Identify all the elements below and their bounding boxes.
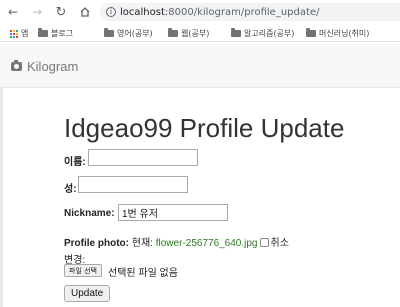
bookmark-label: 블로그 [51, 29, 74, 38]
apps-dot [10, 32, 12, 35]
address-bar[interactable]: i localhost:8000/kilogram/profile_update… [100, 3, 400, 21]
no-file-text: 선택된 파일 없음 [108, 268, 178, 279]
choose-file-button[interactable]: 파일 선택 [64, 264, 102, 277]
brand-name: Kilogram [27, 59, 79, 74]
bookmark-label: 머신러닝(취미) [319, 29, 370, 38]
apps-dot [16, 35, 18, 38]
bookmark-label: 영어(공부) [117, 29, 153, 38]
apps-dot [16, 32, 18, 35]
current-label: 현재: [131, 238, 153, 249]
bookmark-machine-learning[interactable]: 머신러닝(취미) [306, 28, 369, 39]
nickname-label: Nickname: [64, 208, 115, 219]
clear-photo-checkbox[interactable] [259, 238, 269, 247]
page-edge-shadow [0, 88, 3, 307]
home-icon[interactable] [78, 5, 92, 19]
reload-icon[interactable]: ↻ [54, 5, 68, 20]
bookmarks-bar: 앱 블로그 영어(공부) 웹(공부) 알고리즘(공부) 머신러닝(취미) [0, 24, 400, 42]
back-arrow-icon[interactable]: ← [6, 5, 20, 19]
profile-photo-row: Profile photo: 현재: flower-256776_640.jpg… [64, 234, 289, 249]
folder-icon [104, 28, 114, 37]
update-button[interactable]: Update [64, 285, 111, 302]
url-host: localhost [120, 6, 165, 18]
bookmark-blog[interactable]: 블로그 [38, 28, 73, 39]
url-text: localhost:8000/kilogram/profile_update/ [120, 7, 319, 18]
current-photo-link[interactable]: flower-256776_640.jpg [156, 238, 258, 249]
folder-icon [168, 28, 178, 37]
folder-icon [38, 28, 48, 37]
bookmark-english[interactable]: 영어(공부) [104, 28, 153, 39]
browser-toolbar: ← → ↻ i localhost:8000/kilogram/profile_… [0, 0, 400, 24]
profile-photo-label: Profile photo: [64, 238, 129, 249]
apps-dot [13, 32, 15, 35]
bookmark-label: 알고리즘(공부) [244, 29, 295, 38]
last-name-input[interactable] [88, 149, 198, 166]
bookmark-web[interactable]: 웹(공부) [168, 28, 209, 39]
apps-dot [13, 29, 15, 32]
folder-icon [306, 28, 316, 37]
apps-dot [10, 35, 12, 38]
bookmark-label: 웹(공부) [181, 29, 210, 38]
camera-icon [11, 60, 22, 71]
page-title: Idgeao99 Profile Update [64, 113, 345, 143]
apps-dot [13, 35, 15, 38]
clear-photo-label: 취소 [270, 238, 289, 249]
first-name-input[interactable] [78, 176, 188, 193]
info-icon[interactable]: i [106, 7, 116, 17]
last-name-label: 이름: [64, 157, 86, 168]
forward-arrow-icon[interactable]: → [30, 5, 44, 19]
folder-icon [231, 28, 241, 37]
bookmark-apps[interactable]: 앱 [10, 28, 28, 39]
apps-icon [10, 29, 18, 38]
apps-dot [10, 29, 12, 32]
apps-dot [16, 29, 18, 32]
first-name-label: 성: [64, 184, 77, 195]
url-path: :8000/kilogram/profile_update/ [164, 6, 320, 18]
app-navbar: Kilogram [0, 43, 400, 88]
bookmark-label: 앱 [21, 29, 29, 38]
brand-link[interactable]: Kilogram [11, 59, 78, 74]
bookmark-algorithm[interactable]: 알고리즘(공부) [231, 28, 294, 39]
nickname-input[interactable] [118, 204, 228, 221]
